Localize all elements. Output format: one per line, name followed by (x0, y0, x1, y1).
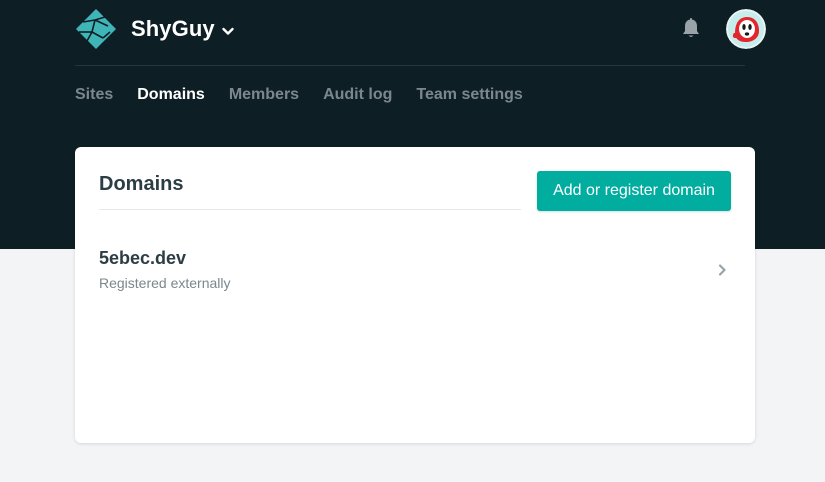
domain-status: Registered externally (99, 275, 231, 291)
chevron-right-icon (718, 264, 726, 276)
team-nav: Sites Domains Members Audit log Team set… (75, 85, 523, 105)
tab-team-settings[interactable]: Team settings (416, 85, 522, 105)
domain-name: 5ebec.dev (99, 248, 187, 268)
team-switcher[interactable]: ShyGuy (131, 15, 235, 43)
chevron-down-icon (222, 27, 234, 35)
tab-domains[interactable]: Domains (137, 85, 205, 105)
avatar[interactable] (726, 9, 766, 49)
top-bar: ShyGuy (75, 8, 766, 64)
add-domain-button[interactable]: Add or register domain (537, 171, 731, 211)
title-divider (99, 209, 521, 210)
domains-card: Domains Add or register domain 5ebec.dev… (75, 147, 755, 443)
team-name: ShyGuy (131, 16, 215, 41)
bell-icon[interactable] (680, 17, 702, 41)
netlify-logo-icon[interactable] (75, 8, 117, 50)
list-item[interactable]: 5ebec.dev Registered externally (75, 239, 755, 301)
tab-sites[interactable]: Sites (75, 85, 113, 105)
tab-members[interactable]: Members (229, 85, 299, 105)
page-title: Domains (99, 173, 184, 195)
header-divider (75, 65, 745, 66)
tab-audit-log[interactable]: Audit log (323, 85, 392, 105)
shyguy-avatar-icon (726, 9, 766, 49)
